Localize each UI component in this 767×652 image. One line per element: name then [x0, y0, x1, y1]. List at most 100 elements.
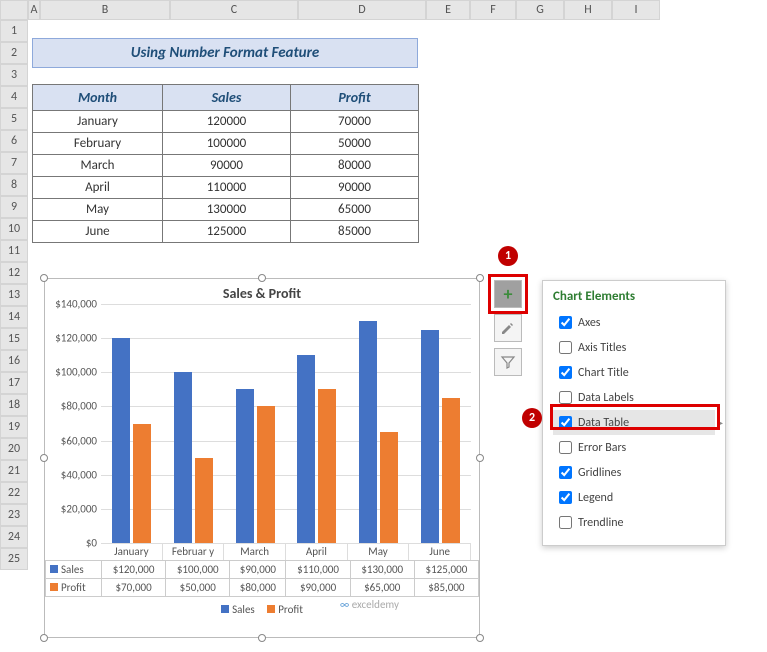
th-month[interactable]: Month	[33, 85, 163, 111]
flyout-item-label: Data Labels	[578, 391, 634, 405]
col-G[interactable]: G	[516, 0, 564, 20]
row-19[interactable]: 19	[0, 416, 28, 438]
row-25[interactable]: 25	[0, 548, 28, 570]
callout-badge-1: 1	[498, 246, 518, 266]
col-E[interactable]: E	[426, 0, 470, 20]
col-I[interactable]: I	[612, 0, 660, 20]
y-tick-label: $60,000	[61, 434, 97, 447]
row-14[interactable]: 14	[0, 306, 28, 328]
bar-profit[interactable]	[318, 389, 336, 543]
bar-group[interactable]	[224, 304, 286, 543]
row-8[interactable]: 8	[0, 174, 28, 196]
flyout-item-gridlines[interactable]: Gridlines	[553, 460, 715, 485]
bar-group[interactable]	[409, 304, 471, 543]
col-H[interactable]: H	[564, 0, 612, 20]
flyout-checkbox[interactable]	[559, 366, 572, 379]
table-row: June12500085000	[33, 221, 419, 243]
bar-sales[interactable]	[359, 321, 377, 543]
row-5[interactable]: 5	[0, 108, 28, 130]
bar-group[interactable]	[348, 304, 410, 543]
flyout-item-legend[interactable]: Legend	[553, 485, 715, 510]
bar-sales[interactable]	[297, 355, 315, 543]
data-table[interactable]: Month Sales Profit January12000070000 Fe…	[32, 84, 419, 243]
row-2[interactable]: 2	[0, 42, 28, 64]
select-all-corner[interactable]	[0, 0, 28, 20]
legend-label: Profit	[278, 603, 303, 616]
row-9[interactable]: 9	[0, 196, 28, 218]
flyout-item-axis-titles[interactable]: Axis Titles	[553, 335, 715, 360]
bar-group[interactable]	[101, 304, 163, 543]
col-B[interactable]: B	[40, 0, 170, 20]
flyout-item-label: Gridlines	[578, 466, 621, 480]
chart-plot-area[interactable]: $0$20,000$40,000$60,000$80,000$100,000$1…	[101, 304, 471, 544]
x-tick-label: May	[348, 544, 410, 560]
row-7[interactable]: 7	[0, 152, 28, 174]
row-13[interactable]: 13	[0, 284, 28, 306]
flyout-item-label: Axes	[578, 316, 601, 330]
flyout-item-chart-title[interactable]: Chart Title	[553, 360, 715, 385]
flyout-checkbox[interactable]	[559, 466, 572, 479]
col-A[interactable]: A	[28, 0, 40, 20]
bar-profit[interactable]	[257, 406, 275, 543]
flyout-checkbox[interactable]	[559, 341, 572, 354]
row-11[interactable]: 11	[0, 240, 28, 262]
y-tick-label: $80,000	[61, 400, 97, 413]
bar-profit[interactable]	[133, 424, 151, 544]
row-16[interactable]: 16	[0, 350, 28, 372]
row-20[interactable]: 20	[0, 438, 28, 460]
row-24[interactable]: 24	[0, 526, 28, 548]
row-21[interactable]: 21	[0, 460, 28, 482]
chart-styles-button[interactable]	[494, 314, 522, 342]
flyout-checkbox[interactable]	[559, 516, 572, 529]
row-10[interactable]: 10	[0, 218, 28, 240]
chart-legend[interactable]: Sales Profit	[45, 597, 479, 620]
brush-icon	[500, 320, 516, 336]
col-F[interactable]: F	[470, 0, 516, 20]
table-row: March9000080000	[33, 155, 419, 177]
flyout-checkbox[interactable]	[559, 391, 572, 404]
page-title: Using Number Format Feature	[32, 38, 418, 68]
row-1[interactable]: 1	[0, 20, 28, 42]
row-17[interactable]: 17	[0, 372, 28, 394]
th-profit[interactable]: Profit	[291, 85, 419, 111]
flyout-item-axes[interactable]: Axes	[553, 310, 715, 335]
flyout-item-trendline[interactable]: Trendline	[553, 510, 715, 535]
row-3[interactable]: 3	[0, 64, 28, 86]
flyout-checkbox[interactable]	[559, 491, 572, 504]
bar-sales[interactable]	[174, 372, 192, 543]
bar-group[interactable]	[163, 304, 225, 543]
y-tick-label: $140,000	[55, 298, 97, 311]
bar-sales[interactable]	[236, 389, 254, 543]
bar-profit[interactable]	[380, 432, 398, 543]
bar-group[interactable]	[286, 304, 348, 543]
th-sales[interactable]: Sales	[163, 85, 291, 111]
bar-profit[interactable]	[195, 458, 213, 543]
chart-filters-button[interactable]	[494, 348, 522, 376]
row-6[interactable]: 6	[0, 130, 28, 152]
row-12[interactable]: 12	[0, 262, 28, 284]
x-tick-label: January	[101, 544, 163, 560]
row-15[interactable]: 15	[0, 328, 28, 350]
bar-profit[interactable]	[442, 398, 460, 543]
bar-sales[interactable]	[421, 330, 439, 543]
chart-object[interactable]: Sales & Profit $0$20,000$40,000$60,000$8…	[44, 278, 480, 638]
flyout-item-error-bars[interactable]: Error Bars	[553, 435, 715, 460]
x-tick-label: March	[224, 544, 286, 560]
bar-sales[interactable]	[112, 338, 130, 543]
table-row: April11000090000	[33, 177, 419, 199]
col-D[interactable]: D	[298, 0, 426, 20]
row-18[interactable]: 18	[0, 394, 28, 416]
flyout-checkbox[interactable]	[559, 441, 572, 454]
row-4[interactable]: 4	[0, 86, 28, 108]
chart-title[interactable]: Sales & Profit	[45, 279, 479, 304]
flyout-checkbox[interactable]	[559, 316, 572, 329]
y-tick-label: $120,000	[55, 332, 97, 345]
callout-ring-1	[488, 274, 528, 314]
y-tick-label: $0	[86, 537, 97, 550]
y-tick-label: $40,000	[61, 468, 97, 481]
spreadsheet-view: A B C D E F G H I 1 2 3 4 5 6 7 8 9 10 1…	[0, 0, 767, 652]
row-22[interactable]: 22	[0, 482, 28, 504]
col-C[interactable]: C	[170, 0, 298, 20]
row-23[interactable]: 23	[0, 504, 28, 526]
flyout-item-label: Axis Titles	[578, 341, 626, 355]
